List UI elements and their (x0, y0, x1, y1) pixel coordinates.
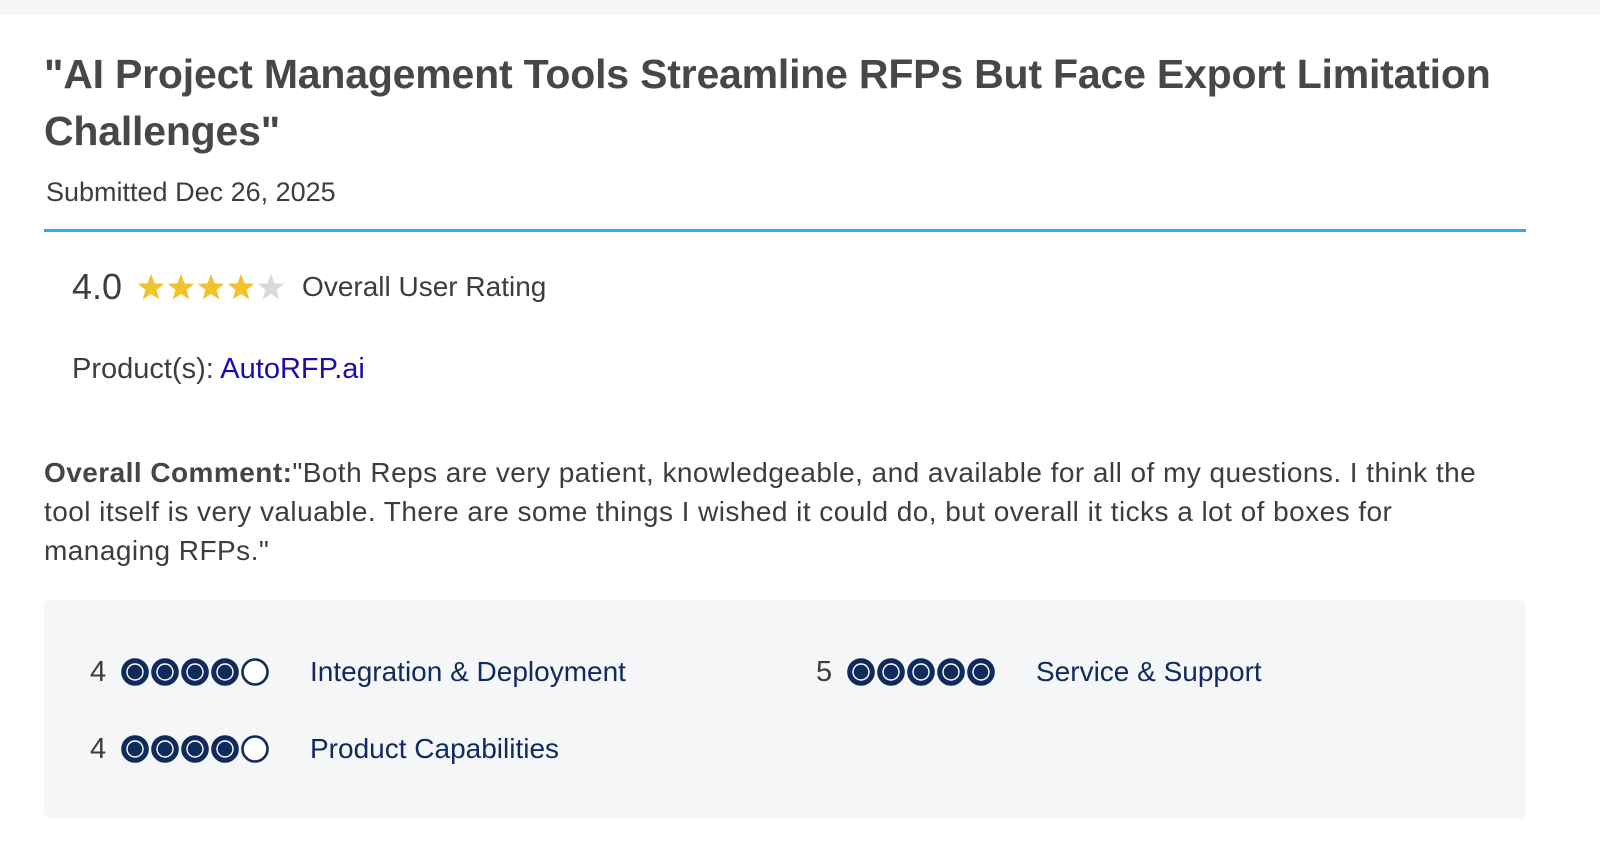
score-value: 4 (90, 655, 107, 688)
rating-dot-filled-icon (937, 658, 965, 686)
star-filled-icon (137, 274, 165, 300)
score-item-product-capabilities: 4 Product Capabilities (90, 729, 559, 769)
overall-rating-value: 4.0 (72, 266, 123, 307)
submitted-date: Submitted Dec 26, 2025 (46, 177, 336, 207)
overall-comment-label: Overall Comment: (44, 457, 293, 488)
product-link[interactable]: AutoRFP.ai (220, 353, 365, 385)
rating-dot-filled-icon (181, 735, 209, 763)
score-value: 5 (816, 655, 833, 688)
rating-dot-filled-icon (181, 658, 209, 686)
overall-rating-stars (136, 272, 286, 302)
rating-dot-filled-icon (151, 658, 179, 686)
score-item-integration-deployment: 4 Integration & Deployment (90, 652, 626, 692)
rating-dot-filled-icon (121, 735, 149, 763)
score-label-service-support[interactable]: Service & Support (1036, 656, 1262, 688)
product-label: Product(s): (72, 353, 214, 385)
review-card: "AI Project Management Tools Streamline … (44, 15, 1526, 818)
star-filled-icon (227, 274, 255, 300)
star-filled-icon (197, 274, 225, 300)
rating-dot-empty-icon (241, 735, 269, 763)
score-value: 4 (90, 732, 107, 765)
star-empty-icon (257, 274, 285, 300)
score-dots (120, 657, 310, 687)
top-bar (0, 0, 1600, 15)
category-scores-panel: 4 Integration & Deployment 5 Service & S… (44, 600, 1526, 818)
rating-dot-filled-icon (847, 658, 875, 686)
rating-dot-filled-icon (967, 658, 995, 686)
rating-dot-filled-icon (211, 735, 239, 763)
overall-comment: Overall Comment:"Both Reps are very pati… (44, 453, 1526, 570)
rating-dot-empty-icon (241, 658, 269, 686)
title-divider (44, 229, 1526, 232)
overall-rating-label: Overall User Rating (302, 271, 547, 302)
star-filled-icon (167, 274, 195, 300)
overall-rating: 4.0 Overall User Rating (72, 265, 1526, 309)
score-dots (120, 734, 310, 764)
score-label-integration-deployment[interactable]: Integration & Deployment (310, 656, 626, 688)
rating-dot-filled-icon (907, 658, 935, 686)
rating-dot-filled-icon (877, 658, 905, 686)
score-item-service-support: 5 Service & Support (816, 652, 1262, 692)
rating-dot-filled-icon (211, 658, 239, 686)
review-title: "AI Project Management Tools Streamline … (44, 51, 1491, 154)
rating-dot-filled-icon (121, 658, 149, 686)
product-row: Product(s): AutoRFP.ai (72, 349, 1526, 389)
score-dots (846, 657, 1036, 687)
score-label-product-capabilities[interactable]: Product Capabilities (310, 733, 559, 765)
rating-dot-filled-icon (151, 735, 179, 763)
